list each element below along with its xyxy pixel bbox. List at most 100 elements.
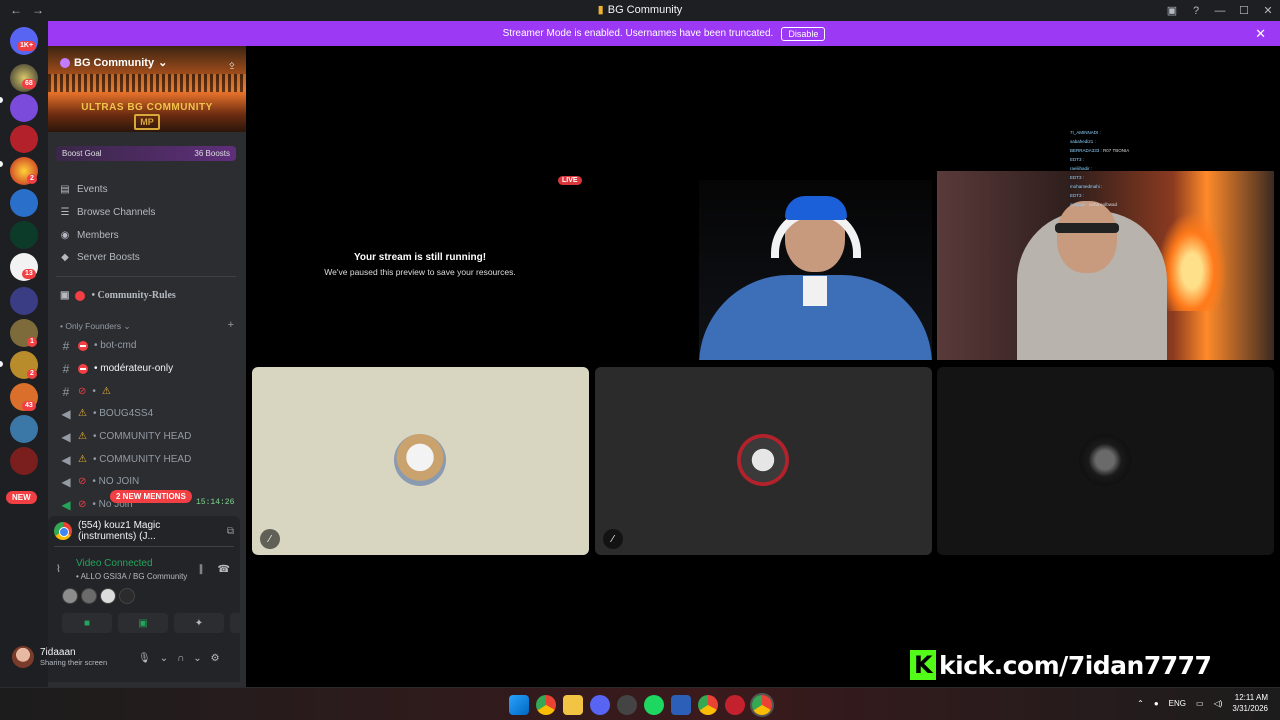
chrome-icon[interactable] [752, 695, 772, 715]
add-channel-icon[interactable]: + [228, 319, 234, 331]
voice-channel-community-head[interactable]: ◀ ⚠ • COMMUNITY HEAD [60, 428, 191, 445]
server-icon[interactable] [10, 189, 38, 217]
paused-stream-message[interactable]: Your stream is still running! We've paus… [252, 252, 588, 277]
user-panel[interactable]: 7idaaan Sharing their screen [12, 646, 107, 668]
volume-icon[interactable]: ◁) [1214, 699, 1223, 708]
channel-moderateur-only[interactable]: # • modérateur-only [60, 360, 173, 377]
language-indicator[interactable]: ENG [1169, 699, 1186, 708]
avatar[interactable] [100, 588, 116, 604]
file-explorer-icon[interactable] [563, 695, 583, 715]
new-unreads-pill[interactable]: NEW [6, 491, 37, 504]
clock[interactable]: 12:11 AM 3/31/2026 [1232, 692, 1268, 714]
spotify-icon[interactable] [644, 695, 664, 715]
server-icon[interactable] [10, 415, 38, 443]
minimize-icon[interactable]: — [1208, 5, 1232, 17]
muted-mic-icon: ⁄ [260, 529, 280, 549]
boost-goal-bar[interactable]: Boost Goal 36 Boosts [56, 146, 236, 161]
channel-blocked[interactable]: # ⊘ • ⚠ [60, 383, 111, 400]
activities-button[interactable]: ✦ [174, 613, 224, 633]
chrome-icon[interactable] [536, 695, 556, 715]
microphone-icon[interactable]: ● [1154, 699, 1159, 708]
disable-streamer-mode-button[interactable]: Disable [781, 26, 826, 41]
chat-line: 7I_AMINNADI : [1070, 130, 1101, 135]
avatar[interactable] [62, 588, 78, 604]
person-shirt [803, 276, 827, 306]
screen-share-button[interactable]: ▣ [118, 613, 168, 633]
boost-goal-label: Boost Goal [62, 149, 102, 158]
menu-label: Browse Channels [77, 207, 156, 218]
help-icon[interactable]: ? [1184, 5, 1208, 17]
server-icon[interactable] [10, 94, 38, 122]
cap-shape [785, 196, 847, 220]
server-name: BG Community [74, 56, 155, 69]
disconnect-icon[interactable]: ☎ [218, 564, 230, 575]
menu-server-boosts[interactable]: ◆ Server Boosts [60, 252, 140, 263]
menu-events[interactable]: ▤ Events [60, 184, 107, 195]
paused-title: Your stream is still running! [353, 252, 487, 263]
chevron-up-icon[interactable]: ⌃ [1137, 699, 1144, 708]
activity-row[interactable]: (554) kouz1 Magic (instruments) (J... ⧉ [54, 520, 234, 542]
server-header[interactable]: BG Community ⌄ [60, 56, 167, 69]
folder-icon[interactable] [10, 287, 38, 315]
paused-subtitle: We've paused this preview to save your r… [324, 267, 516, 277]
chevron-down-icon[interactable]: ⌄ [193, 653, 201, 664]
unread-indicator [0, 97, 3, 103]
members-icon: ◉ [60, 230, 70, 241]
channel-bot-cmd[interactable]: # • bot-cmd [60, 337, 137, 354]
badge: 2 [27, 369, 37, 379]
avatar [394, 434, 446, 486]
microphone-icon[interactable]: 🎙︎ [138, 653, 151, 664]
channel-community-rules[interactable]: ▣ • Community-Rules [60, 290, 176, 301]
voice-channel-boug4ss4[interactable]: ◀ ⚠ • BOUG4SS4 [60, 405, 153, 422]
voice-controls: ∥ ☎ [199, 564, 230, 575]
clock-date: 3/31/2026 [1232, 704, 1268, 713]
popout-icon[interactable]: ⧉ [227, 526, 234, 537]
voice-channel-info[interactable]: • ALLO GSI3A / BG Community [76, 572, 187, 581]
rules-icon: ▣ [60, 290, 70, 301]
app-icon[interactable] [617, 695, 637, 715]
participant-tile[interactable]: ⁄ [252, 367, 589, 555]
participant-tile[interactable]: ⁄ [595, 367, 932, 555]
video-tile[interactable] [699, 180, 932, 360]
close-window-icon[interactable]: ✕ [1256, 4, 1280, 17]
menu-members[interactable]: ◉ Members [60, 230, 119, 241]
close-icon[interactable]: ✕ [1255, 26, 1266, 42]
new-mentions-pill[interactable]: 2 NEW MENTIONS [110, 490, 192, 503]
category-label: • Only Founders [60, 321, 122, 331]
camera-button[interactable]: ■ [62, 613, 112, 633]
chat-line: ayoyuin : echa eolbwad [1070, 202, 1118, 207]
category-only-founders[interactable]: • Only Founders ⌄ [60, 321, 131, 332]
speaker-icon: ◀ [61, 474, 71, 489]
avatar[interactable] [81, 588, 97, 604]
inbox-icon[interactable]: ▣ [1160, 4, 1184, 17]
signal-icon[interactable]: ⌇ [56, 564, 61, 575]
avatar [12, 646, 34, 668]
server-icon[interactable] [10, 221, 38, 249]
noise-suppression-icon[interactable]: ∥ [199, 564, 204, 575]
server-icon[interactable] [10, 125, 38, 153]
discord-icon[interactable] [590, 695, 610, 715]
fireplace-shape [1157, 211, 1227, 311]
menu-browse-channels[interactable]: ☰ Browse Channels [60, 207, 156, 218]
chevron-down-icon[interactable]: ⌄ [160, 653, 168, 664]
chat-overlay: 7I_AMINNADI : sabahedi21 : BERRADA333 : … [1070, 128, 1190, 209]
app-icon[interactable] [671, 695, 691, 715]
voice-status[interactable]: Video Connected [76, 558, 153, 569]
voice-channel-community-head[interactable]: ◀ ⚠ • COMMUNITY HEAD [60, 451, 191, 468]
participant-tile[interactable] [937, 367, 1274, 555]
avatar [1079, 434, 1131, 486]
invite-icon[interactable]: ⍚ [229, 56, 236, 71]
maximize-icon[interactable]: ☐ [1232, 4, 1256, 17]
chrome-icon[interactable] [698, 695, 718, 715]
badge: 2 [27, 174, 37, 184]
menu-label: Members [77, 230, 119, 241]
start-icon[interactable] [509, 695, 529, 715]
network-icon[interactable]: ▭ [1196, 699, 1204, 708]
avatar[interactable] [119, 588, 135, 604]
media-player-icon[interactable] [725, 695, 745, 715]
gear-icon[interactable]: ⚙ [211, 653, 220, 664]
headphones-icon[interactable]: ∩ [177, 653, 184, 664]
server-icon[interactable] [10, 447, 38, 475]
person-head [1057, 201, 1117, 273]
voice-channel-no-join[interactable]: ◀ ⊘ • NO JOIN [60, 473, 139, 490]
